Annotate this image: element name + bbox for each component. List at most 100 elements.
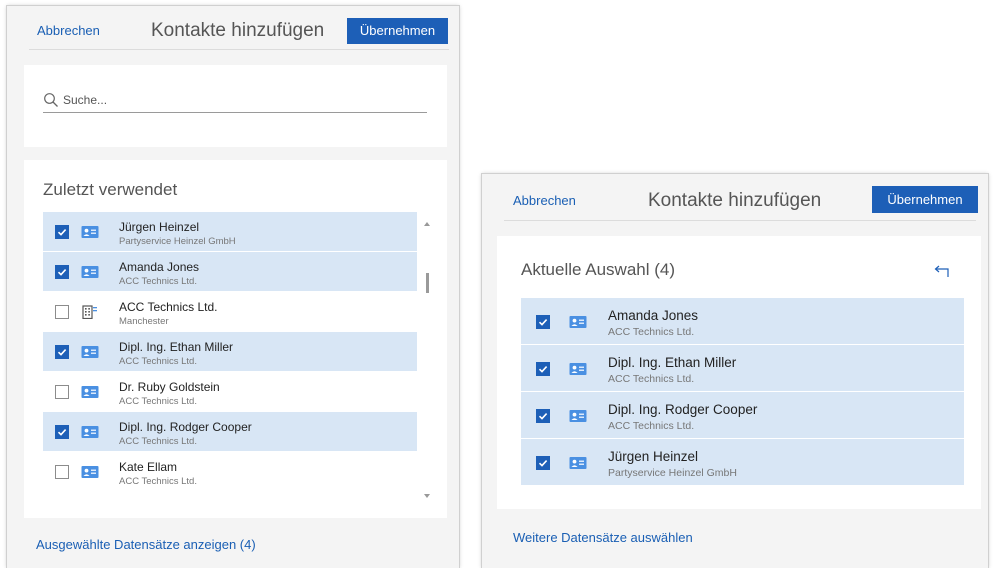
row-checkbox[interactable] bbox=[536, 409, 550, 423]
contact-name: Dipl. Ing. Rodger Cooper bbox=[119, 420, 252, 434]
contact-subtitle: ACC Technics Ltd. bbox=[608, 326, 695, 338]
row-checkbox[interactable] bbox=[536, 315, 550, 329]
contact-card-icon bbox=[569, 457, 587, 469]
contact-card-icon bbox=[81, 346, 99, 358]
contact-subtitle: ACC Technics Ltd. bbox=[608, 373, 695, 385]
row-separator bbox=[43, 491, 417, 492]
contact-name: Amanda Jones bbox=[119, 260, 200, 274]
list-item[interactable]: Jürgen Heinzel Partyservice Heinzel GmbH bbox=[521, 439, 964, 486]
row-checkbox[interactable] bbox=[55, 465, 69, 479]
contact-icon-wrap bbox=[569, 409, 587, 423]
contact-icon-wrap bbox=[81, 425, 99, 439]
scroll-down-arrow[interactable] bbox=[424, 494, 430, 498]
section-title-recent: Zuletzt verwendet bbox=[43, 180, 178, 199]
list-item[interactable]: ACC Technics Ltd. Manchester bbox=[43, 292, 417, 332]
left-dialog-panel: Abbrechen Kontakte hinzufügen Übernehmen… bbox=[7, 6, 459, 568]
account-icon-wrap bbox=[81, 305, 99, 319]
contact-icon-wrap bbox=[81, 345, 99, 359]
apply-button[interactable]: Übernehmen bbox=[347, 18, 448, 44]
row-checkbox[interactable] bbox=[55, 305, 69, 319]
apply-button[interactable]: Übernehmen bbox=[872, 186, 978, 213]
scrollbar[interactable] bbox=[423, 218, 433, 500]
list-item[interactable]: Dr. Ruby Goldstein ACC Technics Ltd. bbox=[43, 372, 417, 412]
list-item[interactable]: Dipl. Ing. Rodger Cooper ACC Technics Ltd… bbox=[521, 392, 964, 439]
dialog-title: Kontakte hinzufügen bbox=[151, 20, 325, 41]
contact-card-icon bbox=[81, 386, 99, 398]
contact-name: Dr. Ruby Goldstein bbox=[119, 380, 220, 394]
header-divider bbox=[29, 49, 449, 50]
contact-name: Dipl. Ing. Rodger Cooper bbox=[608, 402, 758, 417]
dialog-title: Kontakte hinzufügen bbox=[648, 190, 822, 211]
contact-card-icon bbox=[81, 426, 99, 438]
list-item[interactable]: Dipl. Ing. Ethan Miller ACC Technics Ltd. bbox=[43, 332, 417, 372]
checkmark-icon bbox=[57, 349, 67, 356]
contact-subtitle: ACC Technics Ltd. bbox=[119, 356, 197, 367]
dialog-header: Abbrechen Kontakte hinzufügen Übernehmen bbox=[482, 174, 988, 218]
contact-card-icon bbox=[81, 266, 99, 278]
contact-subtitle: ACC Technics Ltd. bbox=[119, 276, 197, 287]
contact-icon-wrap bbox=[81, 385, 99, 399]
select-more-link[interactable]: Weitere Datensätze auswählen bbox=[513, 530, 693, 545]
section-title-selection: Aktuelle Auswahl (4) bbox=[521, 260, 676, 279]
right-dialog-panel: Abbrechen Kontakte hinzufügen Übernehmen… bbox=[482, 174, 988, 568]
contact-icon-wrap bbox=[569, 315, 587, 329]
contact-subtitle: Manchester bbox=[119, 316, 169, 327]
checkmark-icon bbox=[57, 269, 67, 276]
list-item[interactable]: Dipl. Ing. Rodger Cooper ACC Technics Ltd… bbox=[43, 412, 417, 452]
contact-subtitle: Partyservice Heinzel GmbH bbox=[608, 467, 737, 479]
contact-name: Dipl. Ing. Ethan Miller bbox=[608, 355, 737, 370]
contact-name: ACC Technics Ltd. bbox=[119, 300, 218, 314]
row-checkbox[interactable] bbox=[55, 225, 69, 239]
contact-subtitle: ACC Technics Ltd. bbox=[119, 436, 197, 447]
building-icon bbox=[82, 305, 97, 319]
list-item[interactable]: Amanda Jones ACC Technics Ltd. bbox=[521, 298, 964, 345]
contact-name: Jürgen Heinzel bbox=[119, 220, 200, 234]
contact-subtitle: ACC Technics Ltd. bbox=[608, 420, 695, 432]
row-checkbox[interactable] bbox=[55, 425, 69, 439]
checkmark-icon bbox=[538, 366, 548, 373]
row-checkbox[interactable] bbox=[55, 345, 69, 359]
contact-icon-wrap bbox=[81, 225, 99, 239]
list-item[interactable]: Jürgen Heinzel Partyservice Heinzel GmbH bbox=[43, 212, 417, 252]
list-item[interactable]: Dipl. Ing. Ethan Miller ACC Technics Ltd. bbox=[521, 345, 964, 392]
contact-icon-wrap bbox=[569, 362, 587, 376]
row-checkbox[interactable] bbox=[536, 456, 550, 470]
cancel-button[interactable]: Abbrechen bbox=[37, 23, 100, 38]
dialog-header: Abbrechen Kontakte hinzufügen Übernehmen bbox=[7, 6, 459, 50]
search-field[interactable] bbox=[43, 90, 427, 113]
contact-card-icon bbox=[81, 466, 99, 478]
checkmark-icon bbox=[57, 229, 67, 236]
contact-icon-wrap bbox=[569, 456, 587, 470]
scroll-up-arrow[interactable] bbox=[424, 222, 430, 226]
header-divider bbox=[504, 220, 976, 221]
contact-card-icon bbox=[569, 410, 587, 422]
recent-contacts-list: Jürgen Heinzel Partyservice Heinzel GmbH A… bbox=[43, 212, 417, 492]
checkmark-icon bbox=[538, 460, 548, 467]
row-separator bbox=[521, 485, 964, 486]
contact-icon-wrap bbox=[81, 465, 99, 479]
contact-subtitle: ACC Technics Ltd. bbox=[119, 476, 197, 487]
cancel-button[interactable]: Abbrechen bbox=[513, 193, 576, 208]
list-item[interactable]: Kate Ellam ACC Technics Ltd. bbox=[43, 452, 417, 492]
contact-name: Jürgen Heinzel bbox=[608, 449, 699, 464]
search-icon bbox=[44, 93, 58, 107]
contact-subtitle: Partyservice Heinzel GmbH bbox=[119, 236, 236, 247]
list-item[interactable]: Amanda Jones ACC Technics Ltd. bbox=[43, 252, 417, 292]
checkmark-icon bbox=[538, 319, 548, 326]
contact-card-icon bbox=[81, 226, 99, 238]
checkmark-icon bbox=[538, 413, 548, 420]
contact-card-icon bbox=[569, 316, 587, 328]
row-checkbox[interactable] bbox=[536, 362, 550, 376]
back-arrow-icon[interactable] bbox=[934, 264, 952, 278]
contact-icon-wrap bbox=[81, 265, 99, 279]
contact-name: Kate Ellam bbox=[119, 460, 178, 474]
selected-contacts-list: Amanda Jones ACC Technics Ltd. Dipl. Ing. … bbox=[521, 298, 964, 486]
row-checkbox[interactable] bbox=[55, 385, 69, 399]
contact-name: Dipl. Ing. Ethan Miller bbox=[119, 340, 234, 354]
scroll-thumb[interactable] bbox=[426, 273, 429, 293]
row-checkbox[interactable] bbox=[55, 265, 69, 279]
contact-name: Amanda Jones bbox=[608, 308, 699, 323]
search-input[interactable] bbox=[63, 90, 423, 110]
show-selected-link[interactable]: Ausgewählte Datensätze anzeigen (4) bbox=[36, 537, 256, 552]
contact-subtitle: ACC Technics Ltd. bbox=[119, 396, 197, 407]
